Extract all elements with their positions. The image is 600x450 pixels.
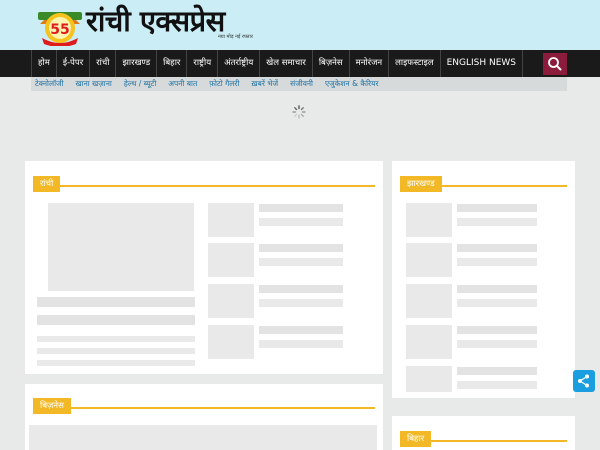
list-item-title-placeholder [259,204,343,212]
search-icon [548,57,562,71]
site-header: 55 रांची एक्सप्रेस नया मोड़ नई रफ्तार [0,0,600,50]
subnav-item-education-career[interactable]: एजुकेशन & कैरियर [319,77,385,91]
section-header-business: बिज़नेस [33,393,375,414]
list-item-title-placeholder [457,299,537,307]
section-header-bihar: बिहार [400,426,567,447]
nav-item-english-news[interactable]: ENGLISH NEWS [441,50,524,77]
list-item-title-placeholder [259,326,343,334]
featured-image-placeholder [29,425,377,450]
list-item-thumb-placeholder [406,243,452,277]
share-button[interactable] [573,370,595,392]
list-item-title-placeholder [457,204,537,212]
search-button[interactable] [543,53,567,75]
nav-item-home[interactable]: होम [31,50,57,77]
list-item-thumb-placeholder [208,325,254,359]
section-title-ranchi[interactable]: रांची [33,176,61,192]
section-title-jharkhand[interactable]: झारखण्ड [400,176,442,192]
anniversary-badge: 55 [36,4,84,47]
list-item-title-placeholder [259,258,343,266]
list-item-thumb-placeholder [208,203,254,237]
featured-excerpt-placeholder [37,348,195,354]
subnav-item-sanjeevani[interactable]: संजीवनी [284,77,319,91]
list-item-thumb-placeholder [406,325,452,359]
business-section: बिज़नेस [25,384,383,450]
jharkhand-section: झारखण्ड [392,161,575,398]
featured-excerpt-placeholder [37,336,195,342]
list-item-title-placeholder [457,258,537,266]
section-header-ranchi: रांची [33,171,375,192]
subnav-item-send-news[interactable]: ख़बरें भेजें [245,77,284,91]
nav-item-epaper[interactable]: ई-पेपर [57,50,91,77]
sub-nav: टेक्नोलॉजी खाना खज़ाना हेल्थ / ब्यूटी अप… [31,77,567,91]
subnav-item-health-beauty[interactable]: हेल्थ / ब्यूटी [118,77,162,91]
subnav-item-photo-gallery[interactable]: फ़ोटो गैलरी [203,77,245,91]
list-item-title-placeholder [457,326,537,334]
list-item-title-placeholder [259,244,343,252]
site-tagline: नया मोड़ नई रफ्तार [218,34,253,40]
share-icon [578,374,589,388]
nav-item-ranchi[interactable]: रांची [90,50,117,77]
site-logo-title[interactable]: रांची एक्सप्रेस [86,2,225,40]
section-title-bihar[interactable]: बिहार [400,431,432,447]
nav-item-lifestyle[interactable]: लाइफस्टाइल [389,50,441,77]
featured-title-placeholder [37,315,195,325]
nav-item-sports[interactable]: खेल समाचार [260,50,313,77]
list-item-title-placeholder [457,367,537,375]
nav-item-business[interactable]: बिज़नेस [313,50,350,77]
nav-item-jharkhand[interactable]: झारखण्ड [116,50,158,77]
list-item-title-placeholder [259,299,343,307]
nav-item-national[interactable]: राष्ट्रीय [187,50,219,77]
list-item-title-placeholder [259,218,343,226]
list-item-title-placeholder [457,218,537,226]
featured-excerpt-placeholder [37,360,195,366]
bihar-section: बिहार [392,416,575,450]
list-item-thumb-placeholder [406,284,452,318]
list-item-thumb-placeholder [208,243,254,277]
ranchi-section: रांची [25,161,383,374]
main-nav: होम ई-पेपर रांची झारखण्ड बिहार राष्ट्रीय… [0,50,600,77]
list-item-thumb-placeholder [406,366,452,392]
loading-spinner-icon [292,104,306,119]
nav-item-international[interactable]: अंतर्राष्ट्रीय [218,50,261,77]
list-item-title-placeholder [259,340,343,348]
subnav-item-food[interactable]: खाना खज़ाना [70,77,118,91]
featured-title-placeholder [37,297,195,307]
list-item-thumb-placeholder [208,284,254,318]
section-title-business[interactable]: बिज़नेस [33,398,71,414]
nav-item-entertainment[interactable]: मनोरंजन [350,50,390,77]
list-item-title-placeholder [457,340,537,348]
nav-item-bihar[interactable]: बिहार [157,50,188,77]
list-item-title-placeholder [457,381,537,389]
subnav-item-opinion[interactable]: अपनी बात [162,77,203,91]
list-item-title-placeholder [457,285,537,293]
list-item-thumb-placeholder [406,203,452,237]
subnav-item-technology[interactable]: टेक्नोलॉजी [31,77,70,91]
section-header-jharkhand: झारखण्ड [400,171,567,192]
list-item-title-placeholder [457,244,537,252]
svg-text:55: 55 [50,22,69,38]
featured-image-placeholder [48,203,194,291]
list-item-title-placeholder [259,285,343,293]
